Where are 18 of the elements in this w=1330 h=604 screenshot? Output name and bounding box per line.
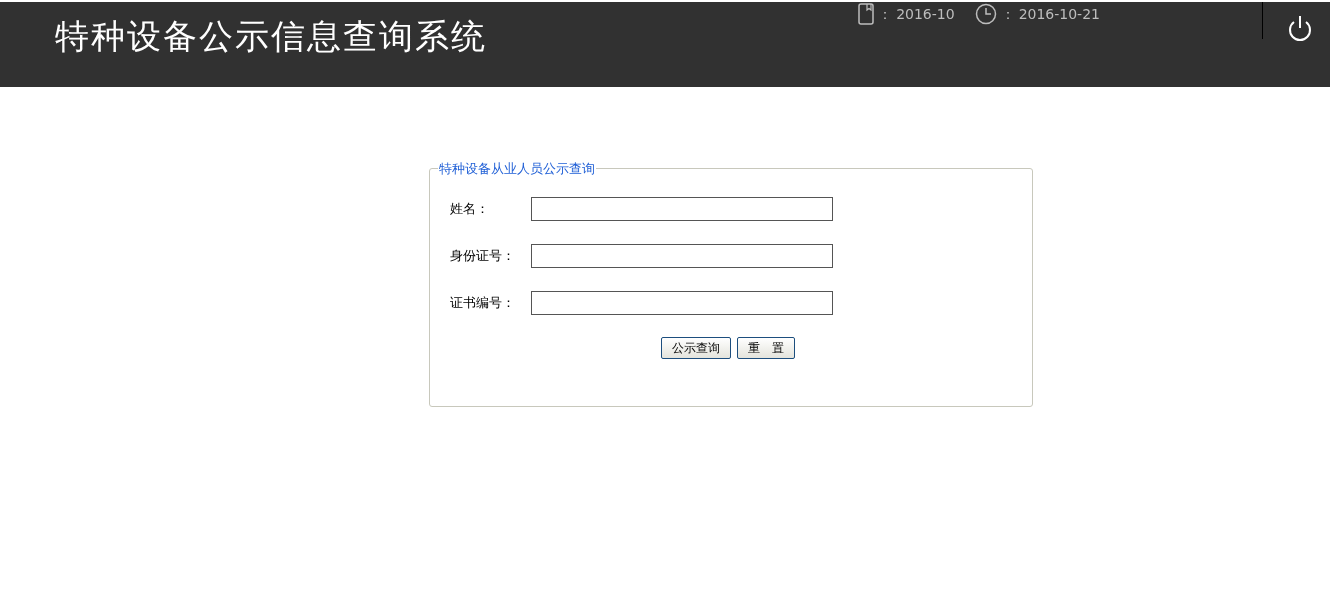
clock-icon <box>974 3 997 25</box>
input-field[interactable] <box>531 290 833 315</box>
book-icon <box>858 3 875 25</box>
field-label: 证书编号： <box>450 293 516 312</box>
input-field[interactable] <box>531 196 833 221</box>
month-value: 2016-10 <box>896 4 955 24</box>
field-label: 姓名： <box>450 199 490 218</box>
panel-legend: 特种设备从业人员公示查询 <box>438 159 596 179</box>
date-label: ： <box>1000 4 1015 24</box>
power-button[interactable] <box>1286 14 1314 44</box>
app-title: 特种设备公示信息查询系统 <box>55 15 487 58</box>
month-label: ： <box>878 4 893 24</box>
form-button[interactable]: 公示查询 <box>661 336 731 359</box>
date-value: 2016-10-21 <box>1018 4 1100 24</box>
form-button[interactable]: 重 置 <box>737 336 795 359</box>
power-icon <box>1286 14 1314 44</box>
field-label: 身份证号： <box>450 246 516 265</box>
input-field[interactable] <box>531 243 833 268</box>
